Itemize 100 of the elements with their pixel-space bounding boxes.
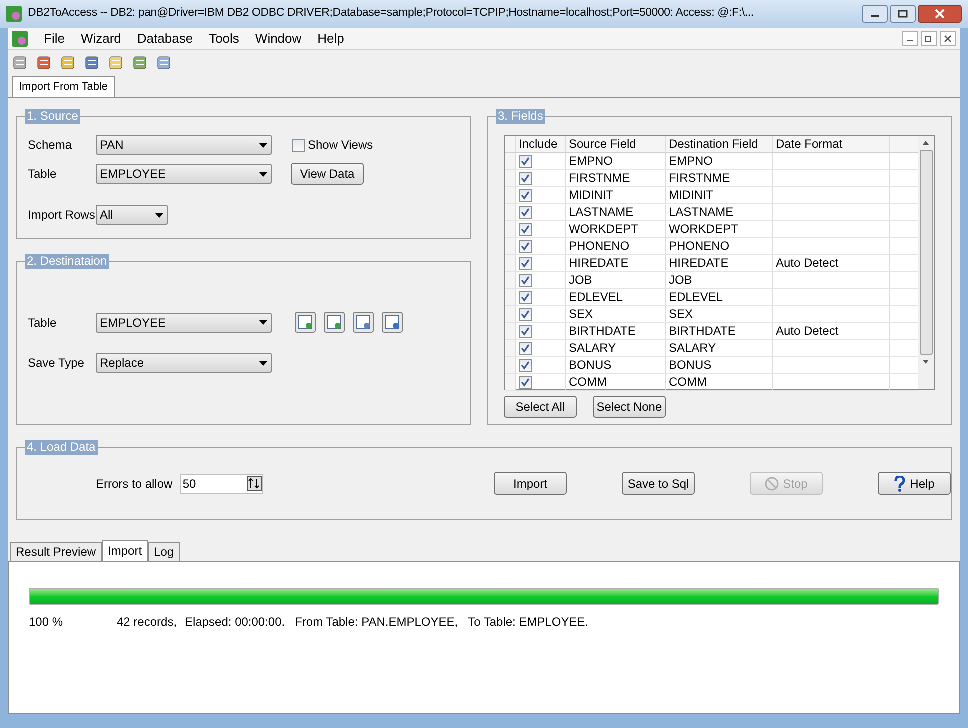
checkbox[interactable] — [518, 358, 532, 372]
import-rows-dropdown[interactable]: All — [96, 205, 168, 225]
checkbox[interactable] — [518, 222, 532, 236]
close-icon — [944, 34, 952, 42]
result-tab[interactable]: Result Preview — [10, 542, 102, 561]
checkbox[interactable] — [518, 240, 532, 252]
table-dropdown[interactable]: EMPLOYEE — [96, 164, 272, 184]
checkbox[interactable] — [518, 274, 532, 286]
list-icon[interactable] — [156, 55, 172, 71]
row-header[interactable] — [504, 340, 516, 356]
menu-item[interactable]: Wizard — [80, 28, 122, 48]
dropdown-arrow-icon — [259, 142, 268, 148]
table-cell: FIRSTNME — [666, 170, 773, 186]
minimize-button[interactable] — [862, 5, 888, 23]
table-cell: MIDINIT — [666, 187, 773, 203]
close-child-button[interactable] — [940, 31, 956, 46]
result-tab[interactable]: Import — [102, 540, 148, 561]
schema-dropdown[interactable]: PAN — [96, 135, 272, 155]
table-cell: LASTNAME — [566, 204, 666, 220]
help-button[interactable]: Help — [878, 472, 951, 495]
select-none-button[interactable]: Select None — [592, 396, 666, 418]
table-cell: EDLEVEL — [666, 289, 773, 305]
checkbox-label[interactable]: Show Views — [308, 136, 374, 154]
menu-item[interactable]: Window — [255, 28, 302, 48]
close-icon — [935, 9, 945, 19]
records-text: 42 records, — [117, 614, 178, 631]
row-header[interactable] — [504, 170, 516, 186]
field-label: Table — [28, 314, 58, 332]
group-title: 2. Destinataion — [25, 254, 110, 269]
table-cell: SEX — [666, 306, 773, 322]
dropdown-arrow-icon — [259, 360, 268, 366]
table-cell: PHONENO — [566, 238, 666, 254]
spin-arrows-icon[interactable] — [247, 476, 262, 491]
group-title: 3. Fields — [496, 109, 546, 124]
row-header[interactable] — [504, 272, 516, 288]
table-cell: HIREDATE — [566, 255, 666, 271]
menu-item[interactable]: Help — [318, 28, 344, 48]
result-tab[interactable]: Log — [148, 542, 180, 561]
row-header[interactable] — [504, 306, 516, 322]
menu-item[interactable]: File — [44, 28, 65, 48]
from-table-text: From Table: PAN.EMPLOYEE, — [295, 614, 458, 631]
scrollbar[interactable] — [918, 136, 934, 389]
column-header[interactable]: Destination Field — [666, 136, 773, 152]
checkbox[interactable] — [518, 376, 532, 388]
table-cell: PHONENO — [666, 238, 773, 254]
checkbox[interactable] — [518, 308, 532, 320]
checkbox[interactable] — [518, 188, 532, 202]
action-button[interactable]: Save to Sql — [622, 472, 695, 495]
row-header[interactable] — [504, 187, 516, 203]
row-header[interactable] — [504, 221, 516, 237]
row-header[interactable] — [504, 374, 516, 390]
table-dropdown[interactable]: EMPLOYEE — [96, 312, 272, 332]
column-header[interactable]: Date Format — [772, 136, 890, 152]
field-label: Save Type — [28, 355, 86, 372]
action-button[interactable]: Import — [494, 472, 567, 495]
column-header[interactable]: Include — [516, 136, 566, 152]
table-cell: BONUS — [566, 357, 666, 373]
column-header[interactable]: Source Field — [566, 136, 666, 152]
table-cell: BONUS — [666, 357, 773, 373]
to-table-text: To Table: EMPLOYEE. — [468, 614, 589, 631]
row-header[interactable] — [504, 238, 516, 254]
document-tab[interactable]: Import From Table — [12, 76, 116, 97]
checkbox[interactable] — [518, 256, 532, 270]
row-header[interactable] — [504, 153, 516, 169]
menu-item[interactable]: Database — [137, 28, 194, 48]
dropdown-arrow-icon — [259, 172, 268, 176]
checkbox[interactable] — [518, 342, 532, 354]
table-cell: EMPNO — [666, 153, 773, 169]
checkbox[interactable] — [518, 172, 532, 184]
table-cell: SEX — [566, 306, 666, 322]
view-data-button[interactable]: View Data — [291, 163, 364, 185]
table-cell: LASTNAME — [666, 204, 773, 220]
errors-spinbox[interactable]: 50 — [180, 474, 263, 494]
row-header[interactable] — [504, 204, 516, 220]
close-button[interactable] — [918, 5, 962, 23]
dropdown-arrow-icon — [155, 212, 164, 218]
table-cell: COMM — [666, 374, 773, 390]
checkbox[interactable] — [518, 324, 532, 338]
minimize-child-button[interactable] — [902, 31, 918, 46]
row-header[interactable] — [504, 323, 516, 339]
minimize-icon — [906, 40, 914, 42]
row-header[interactable] — [504, 357, 516, 373]
group-title: 1. Source — [25, 109, 80, 124]
maximize-button[interactable] — [890, 5, 916, 23]
menu-item[interactable]: Tools — [209, 28, 240, 48]
row-header[interactable] — [504, 255, 516, 271]
row-header[interactable] — [504, 289, 516, 305]
table-cell: HIREDATE — [666, 255, 773, 271]
select-all-button[interactable]: Select All — [504, 396, 577, 418]
restore-child-button[interactable] — [921, 31, 937, 46]
checkbox[interactable] — [518, 206, 532, 218]
table-cell: COMM — [566, 374, 666, 390]
table-cell: FIRSTNME — [566, 170, 666, 186]
checkbox[interactable] — [518, 154, 532, 168]
table-cell: WORKDEPT — [666, 221, 773, 237]
checkbox[interactable] — [292, 138, 305, 152]
save-type-dropdown[interactable]: Replace — [96, 353, 272, 373]
checkbox[interactable] — [518, 290, 532, 304]
window-title: DB2ToAccess -- DB2: pan@Driver=IBM DB2 ODBC DRIVER;Database=sample;Protocol=TCPIP;Hostname=localhost;Port=50000: Access: @:F:\... — [28, 6, 754, 22]
field-label: Import Rows — [28, 207, 96, 224]
